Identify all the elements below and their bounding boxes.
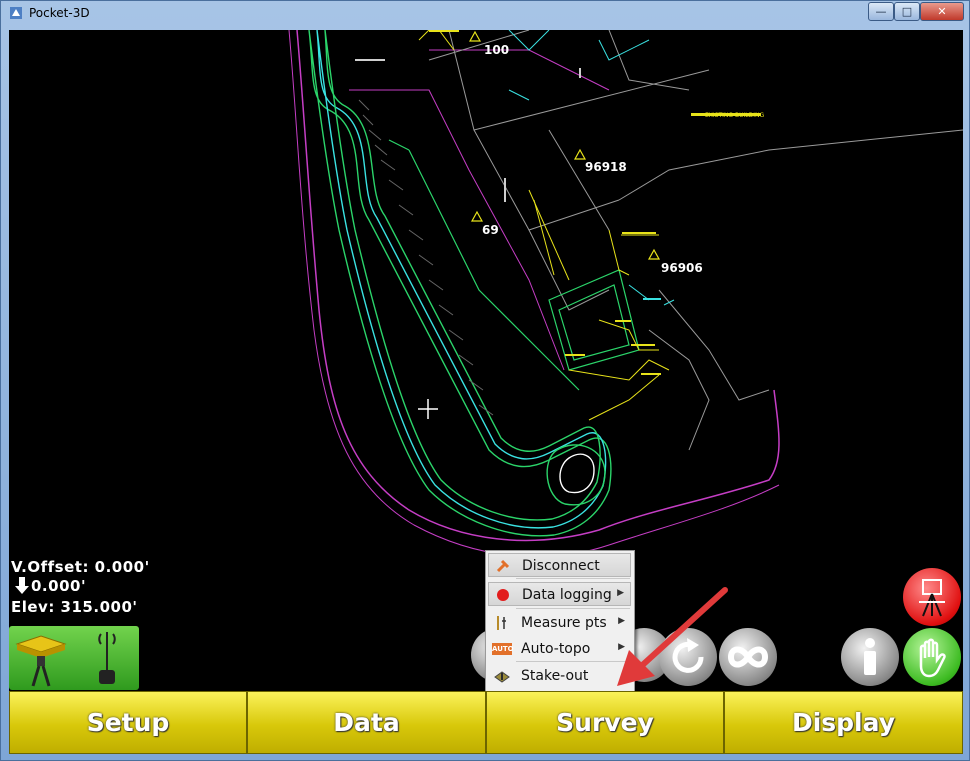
app-window: Pocket-3D — □ ✕ 100 96918 69 96906 EXIST… <box>0 0 970 761</box>
point-label: 96918 <box>585 160 627 174</box>
display-button[interactable]: Display <box>724 691 963 754</box>
hand-tool-button[interactable] <box>903 628 961 686</box>
arrow-down-icon <box>15 577 29 594</box>
v-offset-readout: V.Offset: 0.000' <box>11 558 150 576</box>
maximize-button[interactable]: □ <box>894 2 920 21</box>
disconnect-icon <box>496 559 510 573</box>
data-button[interactable]: Data <box>247 691 486 754</box>
menu-separator <box>516 578 630 579</box>
gps-status-panel[interactable] <box>9 626 139 690</box>
menu-item-disconnect[interactable]: Disconnect <box>488 553 631 577</box>
point-label: 96906 <box>661 261 703 275</box>
window-title: Pocket-3D <box>29 6 90 20</box>
point-label: 69 <box>482 223 499 237</box>
survey-button[interactable]: Survey <box>486 691 724 754</box>
main-view: 100 96918 69 96906 EXISTING BUILDING V.O… <box>9 30 963 754</box>
annotation-arrow <box>617 587 728 686</box>
stop-station-button[interactable] <box>903 568 961 626</box>
record-icon <box>497 589 509 601</box>
cut-fill-value: 0.000' <box>31 577 87 595</box>
gps-receiver-icon <box>15 635 67 687</box>
title-bar[interactable]: Pocket-3D — □ ✕ <box>1 1 969 27</box>
setup-button[interactable]: Setup <box>9 691 247 754</box>
hand-icon <box>919 638 946 678</box>
tripod-off-icon <box>919 579 945 617</box>
map-annotation: EXISTING BUILDING <box>705 112 765 119</box>
info-button[interactable] <box>841 628 899 686</box>
close-button[interactable]: ✕ <box>920 2 964 21</box>
minimize-button[interactable]: — <box>868 2 894 21</box>
radio-antenna-icon <box>98 632 116 684</box>
info-icon <box>864 638 876 675</box>
elevation-readout: Elev: 315.000' <box>11 598 138 616</box>
measure-pole-icon <box>497 616 506 630</box>
point-label: 100 <box>484 43 510 57</box>
app-icon <box>10 7 22 19</box>
auto-badge-icon: AUTO <box>492 643 514 655</box>
stakeout-icon <box>494 671 510 683</box>
